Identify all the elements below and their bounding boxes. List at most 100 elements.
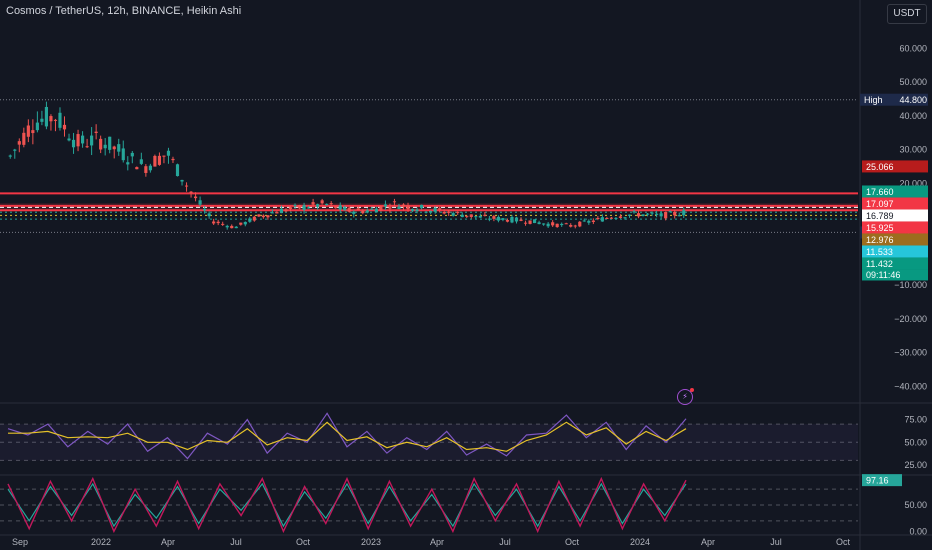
candle-body [410, 208, 415, 211]
candle-body [347, 207, 351, 212]
candle-body [148, 165, 152, 171]
candle-body [451, 213, 455, 216]
price-axis-tick: 50.000 [899, 77, 927, 87]
candle-body [352, 211, 356, 214]
time-axis-tick: Oct [836, 537, 851, 547]
candle-body [618, 216, 623, 218]
candle-body [501, 218, 505, 220]
price-chip-label: 17.097 [866, 199, 894, 209]
candle-body [162, 155, 166, 157]
candle-body [605, 218, 609, 220]
candle-body [483, 214, 487, 216]
candle-body [35, 122, 39, 131]
candle-body [31, 130, 35, 134]
rsi-axis-tick: 50.00 [904, 437, 927, 447]
candle-body [447, 211, 451, 213]
price-chip-label: 11.533 [866, 247, 893, 257]
lightning-alert-icon[interactable]: ⚡ [677, 388, 694, 405]
candle-body [560, 223, 564, 226]
candle-body [668, 211, 672, 213]
candle-body [203, 208, 207, 211]
candle-body [564, 223, 568, 225]
candle-body [406, 205, 410, 210]
candle-body [505, 220, 510, 222]
candle-body [401, 204, 406, 207]
candle-body [578, 221, 582, 227]
candle-body [189, 191, 193, 193]
candle-body [180, 179, 184, 182]
candle-body [225, 225, 229, 228]
candle-body [365, 210, 369, 213]
candle-body [677, 215, 681, 217]
time-axis-tick: Jul [230, 537, 242, 547]
candle-body [26, 125, 30, 137]
candle-body [415, 209, 419, 212]
candle-body [306, 207, 311, 209]
candle-body [76, 134, 80, 147]
time-axis-tick: Sep [12, 537, 28, 547]
price-chip-label: 11.432 [866, 259, 893, 269]
candle-body [216, 221, 220, 224]
candle-body [198, 200, 202, 205]
candle-body [492, 216, 496, 219]
candle-body [591, 220, 595, 223]
time-axis-tick: Apr [701, 537, 715, 547]
candle-body [650, 212, 654, 214]
candle-body [334, 206, 338, 209]
candle-body [379, 206, 383, 211]
candle-body [207, 213, 211, 217]
symbol-title[interactable]: Cosmos / TetherUS, 12h, BINANCE, Heikin … [6, 5, 241, 17]
candle-body [62, 124, 67, 130]
candle-body [329, 203, 333, 205]
candle-body [388, 207, 392, 209]
candle-body [478, 215, 482, 218]
candle-body [139, 159, 143, 164]
candle-body [157, 155, 162, 165]
candle-body [645, 213, 650, 215]
candle-body [135, 167, 139, 170]
candle-body [370, 208, 374, 210]
candle-body [13, 149, 17, 151]
time-axis-tick: Oct [296, 537, 311, 547]
candle-body [266, 215, 270, 218]
candle-body [71, 139, 76, 148]
candle-body [221, 223, 225, 225]
candle-body [614, 217, 618, 219]
candle-body [433, 208, 437, 212]
candle-body [212, 221, 216, 224]
candle-body [112, 146, 116, 150]
candle-body [275, 212, 279, 214]
time-axis-tick: Apr [161, 537, 175, 547]
candle-body [103, 144, 107, 149]
candle-body [487, 218, 491, 220]
candle-body [257, 214, 261, 217]
candle-body [121, 148, 125, 161]
time-axis-tick: Jul [499, 537, 511, 547]
candle-body [496, 216, 501, 221]
price-axis-tick: −20.000 [894, 314, 927, 324]
candle-body [316, 204, 320, 207]
candle-body [587, 220, 591, 223]
candle-body [243, 221, 247, 225]
candle-body [99, 138, 103, 150]
candle-body [609, 217, 614, 219]
price-chip-label: 17.660 [866, 187, 894, 197]
candle-body [361, 210, 365, 214]
candle-body [80, 135, 85, 144]
currency-button[interactable]: USDT [887, 4, 927, 24]
price-axis-tick: −10.000 [894, 280, 927, 290]
price-chip-label: 25.066 [866, 162, 894, 172]
candle-body [424, 211, 428, 213]
candle-body [90, 135, 94, 146]
candle-body [234, 226, 238, 229]
candle-body [419, 204, 424, 209]
chart-canvas[interactable]: 60.00050.00040.00030.00020.00010.0000.00… [0, 0, 932, 550]
candle-body [641, 214, 645, 216]
candle-body [537, 222, 541, 225]
candle-body [383, 204, 388, 207]
candle-body [623, 217, 627, 219]
candle-body [442, 211, 446, 214]
candle-body [184, 185, 189, 187]
price-axis-tick: −40.000 [894, 381, 927, 391]
candle-body [22, 132, 26, 145]
